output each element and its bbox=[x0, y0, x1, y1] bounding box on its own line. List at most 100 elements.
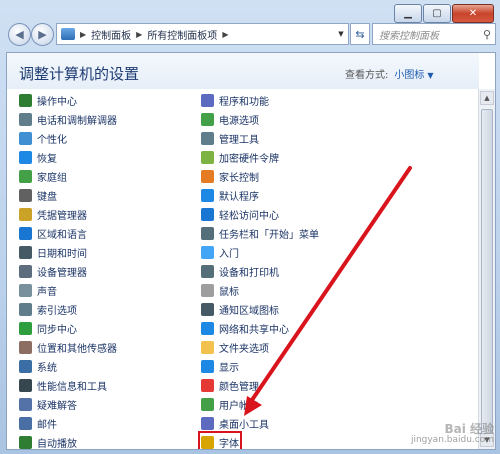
control-panel-item-label: 程序和功能 bbox=[219, 97, 269, 108]
font-item-highlighted[interactable]: 字体 bbox=[198, 431, 242, 450]
breadcrumb-separator: ▶ bbox=[80, 29, 87, 39]
address-bar[interactable]: ▶ 控制面板 ▶ 所有控制面板项 ▶ bbox=[56, 23, 336, 45]
control-panel-item-label: 家庭组 bbox=[37, 173, 67, 184]
window-caption-buttons: ▁ ▢ ✕ bbox=[393, 4, 494, 23]
getting-started-icon bbox=[201, 246, 214, 259]
user-accounts-icon bbox=[201, 398, 214, 411]
scroll-up-button[interactable]: ▲ bbox=[480, 91, 494, 105]
globe-icon bbox=[19, 227, 32, 240]
token-icon bbox=[201, 151, 214, 164]
content-header: 调整计算机的设置 查看方式: 小图标 ▼ bbox=[7, 53, 479, 89]
back-button[interactable]: ◀ bbox=[8, 23, 31, 46]
control-panel-item[interactable]: 个性化 bbox=[19, 130, 67, 147]
control-panel-item[interactable]: 加密硬件令牌 bbox=[201, 149, 279, 166]
search-box[interactable]: 搜索控制面板 ⚲ bbox=[372, 23, 496, 45]
control-panel-item[interactable]: 自动播放 bbox=[19, 434, 77, 450]
control-panel-item[interactable]: 电源选项 bbox=[201, 111, 259, 128]
control-panel-item-label: 通知区域图标 bbox=[219, 306, 279, 317]
control-panel-item[interactable]: 声音 bbox=[19, 282, 57, 299]
power-icon bbox=[201, 113, 214, 126]
personalize-icon bbox=[19, 132, 32, 145]
network-icon bbox=[201, 322, 214, 335]
control-panel-item[interactable]: 用户帐户 bbox=[201, 396, 259, 413]
control-panel-item-label: 设备管理器 bbox=[37, 268, 87, 279]
control-panel-item-label: 恢复 bbox=[37, 154, 57, 165]
taskbar-icon bbox=[201, 227, 214, 240]
breadcrumb-all-items[interactable]: 所有控制面板项 bbox=[147, 27, 217, 42]
font-icon bbox=[201, 436, 214, 449]
gadgets-icon bbox=[201, 417, 214, 430]
recovery-icon bbox=[19, 151, 32, 164]
control-panel-item[interactable]: 桌面小工具 bbox=[201, 415, 269, 432]
refresh-icon: ⇆ bbox=[355, 27, 365, 41]
control-panel-item[interactable]: 默认程序 bbox=[201, 187, 259, 204]
scroll-thumb[interactable] bbox=[481, 109, 493, 439]
control-panel-item[interactable]: 邮件 bbox=[19, 415, 57, 432]
control-panel-item[interactable]: 网络和共享中心 bbox=[201, 320, 289, 337]
control-panel-item-label: 声音 bbox=[37, 287, 57, 298]
control-panel-item[interactable]: 家庭组 bbox=[19, 168, 67, 185]
autoplay-icon bbox=[19, 436, 32, 449]
breadcrumb-separator: ▶ bbox=[136, 29, 143, 39]
control-panel-item-label: 位置和其他传感器 bbox=[37, 344, 117, 355]
control-panel-item[interactable]: 通知区域图标 bbox=[201, 301, 279, 318]
index-icon bbox=[19, 303, 32, 316]
control-panel-item[interactable]: 性能信息和工具 bbox=[19, 377, 107, 394]
parental-icon bbox=[201, 170, 214, 183]
refresh-button[interactable]: ⇆ bbox=[350, 23, 370, 45]
flag-icon bbox=[19, 94, 32, 107]
search-icon: ⚲ bbox=[482, 27, 491, 41]
vertical-scrollbar[interactable]: ▲ ▼ bbox=[478, 89, 495, 449]
control-panel-item-label: 日期和时间 bbox=[37, 249, 87, 260]
control-panel-item[interactable]: 显示 bbox=[201, 358, 239, 375]
control-panel-item[interactable]: 系统 bbox=[19, 358, 57, 375]
control-panel-item[interactable]: 凭据管理器 bbox=[19, 206, 87, 223]
control-panel-item-label: 管理工具 bbox=[219, 135, 259, 146]
control-panel-item[interactable]: 区域和语言 bbox=[19, 225, 87, 242]
sensor-icon bbox=[19, 341, 32, 354]
mail-icon bbox=[19, 417, 32, 430]
control-panel-item-label: 个性化 bbox=[37, 135, 67, 146]
control-panel-item[interactable]: 程序和功能 bbox=[201, 92, 269, 109]
view-by-dropdown[interactable]: 小图标 bbox=[394, 70, 424, 81]
control-panel-item-label: 操作中心 bbox=[37, 97, 77, 108]
control-panel-item-label: 字体 bbox=[219, 439, 239, 450]
control-panel-item-label: 显示 bbox=[219, 363, 239, 374]
control-panel-item[interactable]: 电话和调制解调器 bbox=[19, 111, 117, 128]
control-panel-item[interactable]: 设备和打印机 bbox=[201, 263, 279, 280]
control-panel-item[interactable]: 文件夹选项 bbox=[201, 339, 269, 356]
control-panel-item[interactable]: 轻松访问中心 bbox=[201, 206, 279, 223]
control-panel-item[interactable]: 索引选项 bbox=[19, 301, 77, 318]
control-panel-item[interactable]: 操作中心 bbox=[19, 92, 77, 109]
control-panel-item[interactable]: 同步中心 bbox=[19, 320, 77, 337]
chevron-down-icon[interactable]: ▼ bbox=[427, 71, 433, 80]
search-input[interactable]: 搜索控制面板 bbox=[379, 27, 483, 42]
maximize-button[interactable]: ▢ bbox=[423, 4, 451, 23]
printer-icon bbox=[201, 265, 214, 278]
control-panel-item-label: 加密硬件令牌 bbox=[219, 154, 279, 165]
mouse-icon bbox=[201, 284, 214, 297]
control-panel-item-label: 索引选项 bbox=[37, 306, 77, 317]
control-panel-item[interactable]: 鼠标 bbox=[201, 282, 239, 299]
forward-button[interactable]: ▶ bbox=[31, 23, 54, 46]
control-panel-item[interactable]: 日期和时间 bbox=[19, 244, 87, 261]
control-panel-item[interactable]: 家长控制 bbox=[201, 168, 259, 185]
control-panel-item[interactable]: 管理工具 bbox=[201, 130, 259, 147]
address-dropdown-button[interactable]: ▼ bbox=[334, 23, 349, 45]
control-panel-item[interactable]: 键盘 bbox=[19, 187, 57, 204]
control-panel-item-label: 电源选项 bbox=[219, 116, 259, 127]
control-panel-item[interactable]: 疑难解答 bbox=[19, 396, 77, 413]
control-panel-item[interactable]: 入门 bbox=[201, 244, 239, 261]
breadcrumb-control-panel[interactable]: 控制面板 bbox=[91, 27, 131, 42]
control-panel-item[interactable]: 恢复 bbox=[19, 149, 57, 166]
control-panel-item[interactable]: 任务栏和「开始」菜单 bbox=[201, 225, 319, 242]
control-panel-item-label: 系统 bbox=[37, 363, 57, 374]
control-panel-item[interactable]: 位置和其他传感器 bbox=[19, 339, 117, 356]
minimize-button[interactable]: ▁ bbox=[394, 4, 422, 23]
close-button[interactable]: ✕ bbox=[452, 4, 494, 23]
control-panel-item[interactable]: 颜色管理 bbox=[201, 377, 259, 394]
control-panel-item-label: 自动播放 bbox=[37, 439, 77, 450]
control-panel-item[interactable]: 设备管理器 bbox=[19, 263, 87, 280]
control-panel-item-label: 入门 bbox=[219, 249, 239, 260]
display-icon bbox=[201, 360, 214, 373]
